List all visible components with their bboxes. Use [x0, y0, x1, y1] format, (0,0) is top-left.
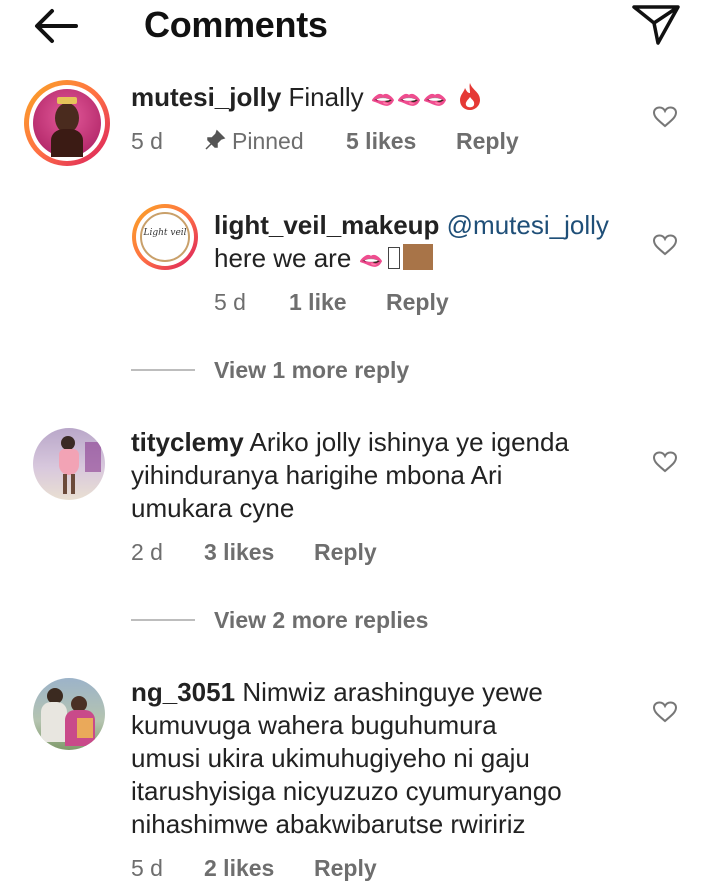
view-more-replies-button[interactable]: View 2 more replies: [214, 607, 428, 634]
divider-line: [131, 619, 195, 621]
pin-icon: [205, 129, 226, 150]
like-heart-icon[interactable]: [652, 450, 678, 474]
comment-age: 2 d: [131, 539, 163, 565]
comment-meta: 5 d 1 like Reply: [0, 289, 720, 319]
header-bar: Comments: [0, 0, 720, 52]
send-icon[interactable]: [630, 3, 682, 47]
username[interactable]: mutesi_jolly: [131, 82, 281, 112]
comment-meta: 5 d 2 likes Reply: [0, 855, 720, 885]
comment-text: Finally: [288, 82, 364, 112]
reply-button[interactable]: Reply: [314, 539, 377, 566]
comment-text-line: itarushyisiga nicyuzuzo cyumuryango: [131, 776, 562, 806]
comment-age: 5 d: [131, 128, 163, 154]
divider-line: [131, 369, 195, 371]
skin-tone-emoji: [403, 244, 434, 270]
fire-icon: [459, 83, 480, 110]
avatar-logo-text: Light veil: [143, 228, 187, 238]
comment-text-line: kumuvuga wahera buguhumura: [131, 710, 497, 740]
comment-text-line: nihashimwe abakwibarutse rwiririz: [131, 809, 526, 839]
likes-count[interactable]: 2 likes: [204, 855, 274, 882]
comment-text-line: yihinduranya harigihe mbona Ari: [131, 460, 503, 490]
lips-emoji: 🫦: [358, 250, 385, 272]
comment-age: 5 d: [131, 855, 163, 881]
comment-text-line: umukara cyne: [131, 493, 295, 523]
avatar[interactable]: [33, 678, 105, 750]
likes-count[interactable]: 3 likes: [204, 539, 274, 566]
comment-text-line: Nimwiz arashinguye yewe: [242, 677, 543, 707]
reply-button[interactable]: Reply: [314, 855, 377, 882]
comment-text-line: umusi ukira ukimuhugiyeho ni gaju: [131, 743, 530, 773]
like-heart-icon[interactable]: [652, 700, 678, 724]
username[interactable]: tityclemy: [131, 427, 244, 457]
avatar[interactable]: Light veil: [136, 208, 194, 266]
comment-age: 5 d: [214, 289, 246, 315]
likes-count[interactable]: 5 likes: [346, 128, 416, 155]
username[interactable]: light_veil_makeup: [214, 210, 439, 240]
likes-count[interactable]: 1 like: [289, 289, 347, 316]
missing-glyph: [388, 247, 401, 269]
reply-button[interactable]: Reply: [386, 289, 449, 316]
comment-meta: 2 d 3 likes Reply: [0, 539, 720, 569]
comment-text-line: Ariko jolly ishinya ye igenda: [249, 427, 569, 457]
lips-emoji: 🫦🫦🫦: [370, 89, 449, 111]
view-more-replies-button[interactable]: View 1 more reply: [214, 357, 409, 384]
avatar[interactable]: [33, 428, 105, 500]
mention-link[interactable]: @mutesi_jolly: [447, 210, 609, 240]
like-heart-icon[interactable]: [652, 233, 678, 257]
comment-text: here we are: [214, 243, 352, 273]
reply-button[interactable]: Reply: [456, 128, 519, 155]
back-arrow-icon[interactable]: [30, 6, 82, 46]
username[interactable]: ng_3051: [131, 677, 235, 707]
pinned-indicator: Pinned: [204, 128, 304, 155]
comment-meta: 5 d Pinned 5 likes Reply: [0, 128, 720, 158]
pinned-label: Pinned: [232, 128, 304, 154]
like-heart-icon[interactable]: [652, 105, 678, 129]
page-title: Comments: [144, 4, 328, 45]
